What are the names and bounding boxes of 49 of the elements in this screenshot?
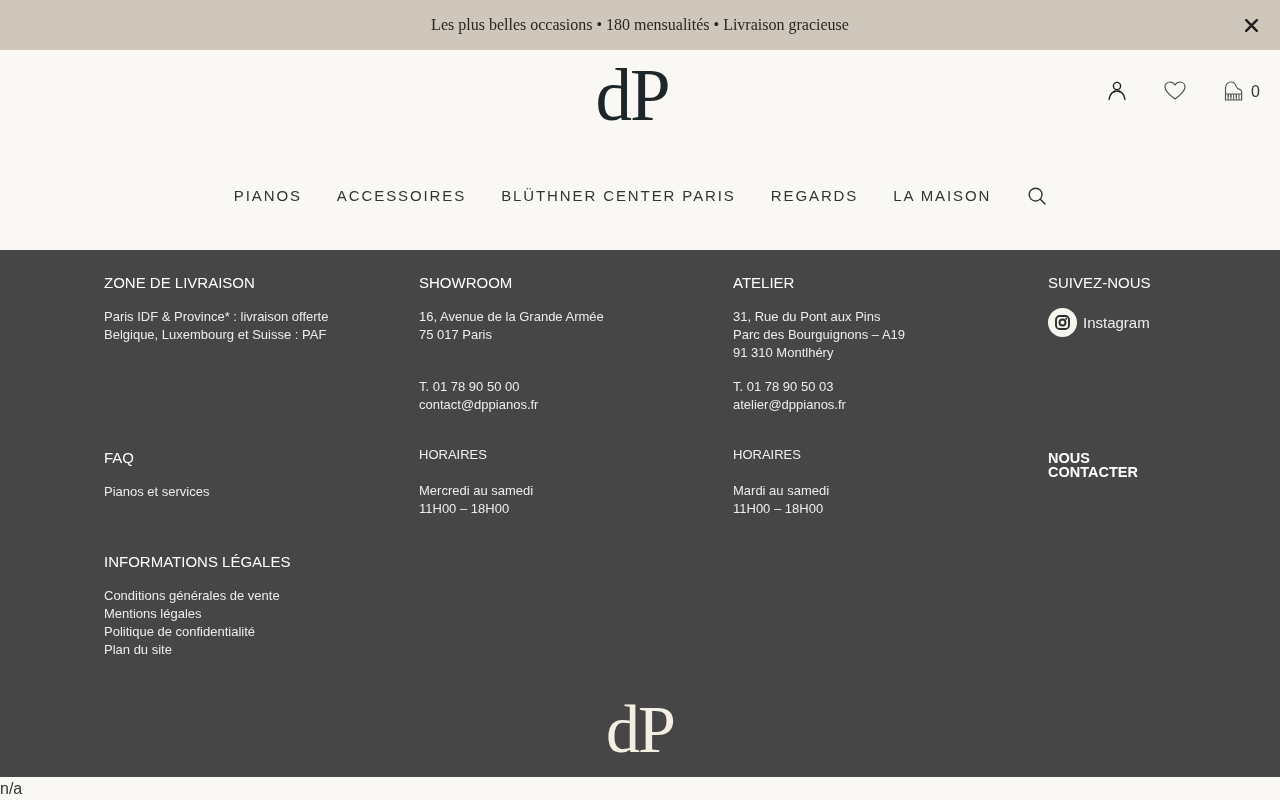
section-heading: INFORMATIONS LÉGALES	[104, 553, 291, 571]
section-heading: ATELIER	[733, 274, 795, 292]
hours-text: Mercredi au samedi	[419, 482, 534, 500]
search-icon	[1028, 187, 1047, 205]
account-button[interactable]	[1108, 81, 1127, 100]
close-icon	[1245, 18, 1258, 32]
nav-link[interactable]: PIANOS	[233, 186, 302, 206]
hours-text: 11H00 – 18H00	[419, 500, 510, 518]
cart-button[interactable]: 0	[1224, 79, 1260, 102]
nav-link[interactable]: BLÜTHNER CENTER PARIS	[501, 186, 736, 206]
heart-icon	[1164, 81, 1187, 100]
footer-text: T. 01 78 90 50 03	[733, 378, 834, 396]
hours-text: 11H00 – 18H00	[733, 500, 824, 518]
hours-heading: HORAIRES	[733, 449, 801, 461]
hours-text: Mardi au samedi	[733, 482, 830, 500]
footer-link[interactable]: Pianos et services	[104, 483, 210, 501]
piano-icon	[1224, 80, 1244, 101]
footer-link[interactable]: Conditions générales de vente	[104, 587, 280, 605]
search-button[interactable]	[1028, 187, 1047, 205]
footer-text: 31, Rue du Pont aux Pins	[733, 308, 881, 326]
camera-icon	[1048, 308, 1077, 337]
footer-link[interactable]: Politique de confidentialité	[104, 623, 256, 641]
announcement-text: Les plus belles occasions • 180 mensualités • Livraison gracieuse	[431, 16, 849, 34]
nav-link[interactable]: REGARDS	[770, 186, 859, 206]
footer-text: 91 310 Montlhéry	[733, 344, 834, 362]
section-heading: SHOWROOM	[419, 274, 513, 292]
footer-text: contact@dppianos.fr	[419, 396, 539, 414]
footer-text: 75 017 Paris	[419, 326, 492, 344]
footer-text: atelier@dppianos.fr	[733, 396, 846, 414]
person-icon	[1108, 81, 1127, 100]
footer-logo[interactable]: dP	[606, 695, 674, 763]
placeholder-text: n/a	[0, 778, 23, 799]
hours-heading: HORAIRES	[419, 449, 487, 461]
site-logo[interactable]: dP	[595, 59, 669, 132]
section-heading: SUIVEZ-NOUS	[1048, 274, 1151, 292]
footer-text: Parc des Bourguignons – A19	[733, 326, 905, 344]
footer-text: T. 01 78 90 50 00	[419, 378, 520, 396]
wishlist-button[interactable]	[1164, 81, 1187, 100]
footer-text: Belgique, Luxembourg et Suisse : PAF	[104, 326, 327, 344]
section-heading: ZONE DE LIVRAISON	[104, 274, 255, 292]
nav-link[interactable]: LA MAISON	[893, 186, 992, 206]
section-heading: FAQ	[104, 449, 134, 467]
footer-text: 16, Avenue de la Grande Armée	[419, 308, 604, 326]
social-link[interactable]: Instagram	[1048, 308, 1150, 337]
contact-link[interactable]: NOUS CONTACTER	[1048, 449, 1138, 479]
footer-text: Paris IDF & Province* : livraison offerte	[104, 308, 329, 326]
footer-link[interactable]: Plan du site	[104, 641, 172, 659]
footer-link[interactable]: Mentions légales	[104, 605, 202, 623]
nav-link[interactable]: ACCESSOIRES	[336, 186, 467, 206]
